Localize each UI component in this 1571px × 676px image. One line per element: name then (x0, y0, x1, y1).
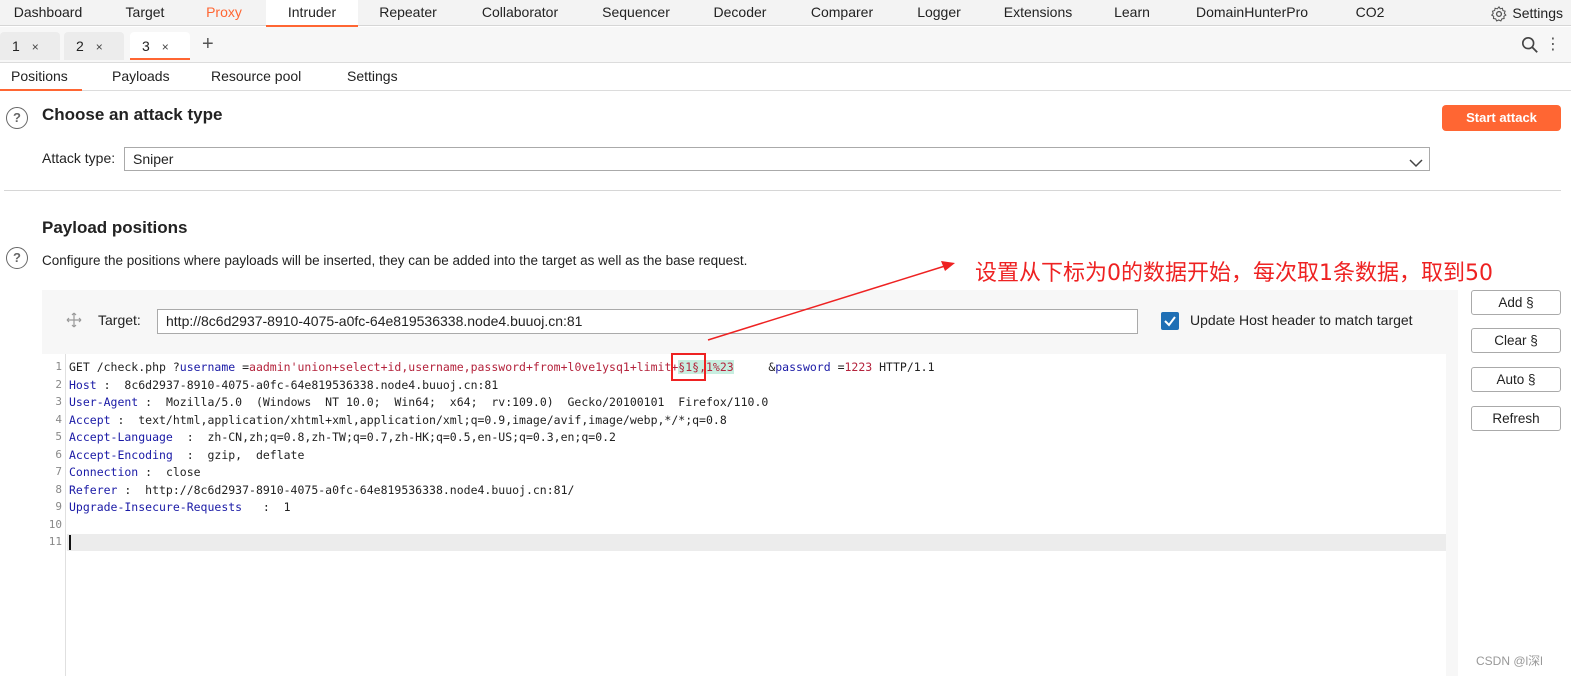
annotation-arrow (707, 261, 955, 341)
annotation-text: 设置从下标为0的数据开始，每次取1条数据，取到50 (975, 261, 1493, 286)
watermark: CSDN @l深l (1476, 654, 1543, 668)
